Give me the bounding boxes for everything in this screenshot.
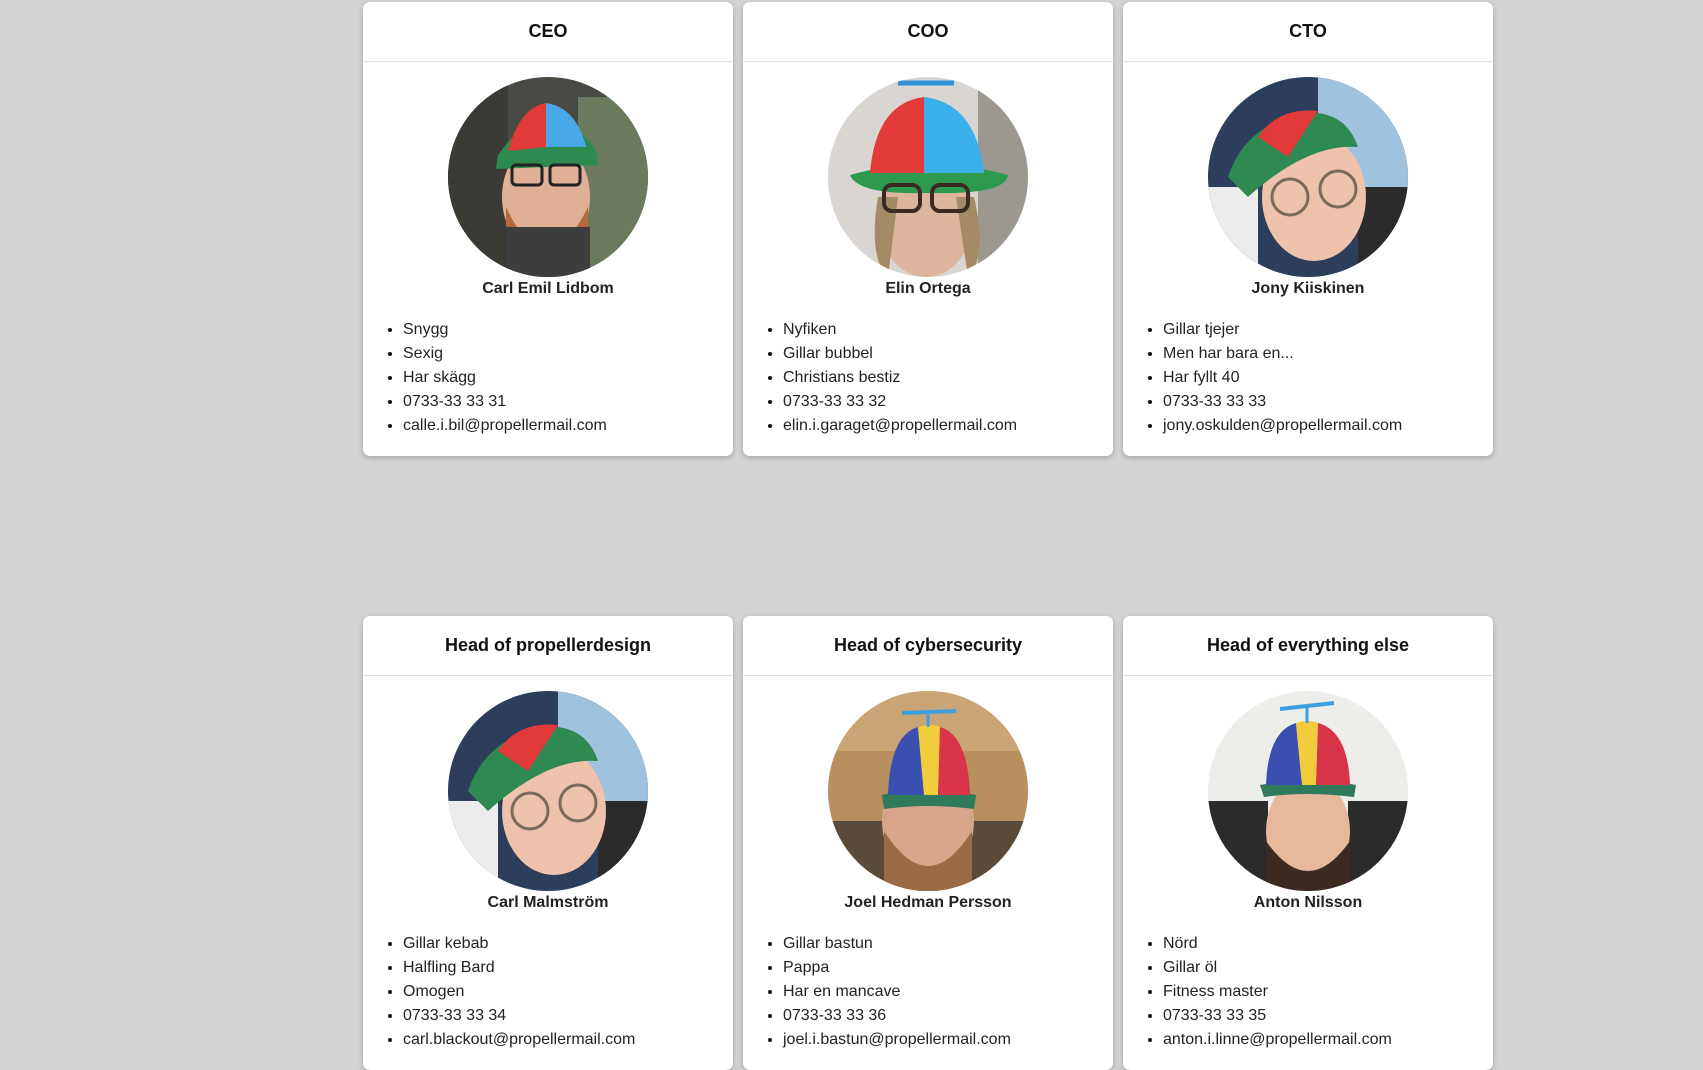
team-card: CTO Jony Kiiskinen Gillar tjejer Me xyxy=(1123,2,1493,456)
list-item: Gillar öl xyxy=(1163,956,1493,980)
email-address: calle.i.bil@propellermail.com xyxy=(403,414,733,438)
team-card: CEO Carl Emil Lidbom • Snygg • Sexig • H… xyxy=(363,2,733,456)
email-address: elin.i.garaget@propellermail.com xyxy=(783,414,1113,438)
phone-number: 0733-33 33 33 xyxy=(1163,390,1493,414)
card-title: CTO xyxy=(1123,2,1493,62)
fact-list: Nörd Gillar öl Fitness master 0733-33 33… xyxy=(1123,932,1493,1052)
person-name: Carl Malmström xyxy=(487,894,609,911)
list-item: Omogen xyxy=(403,980,733,1004)
person-name: Anton Nilsson xyxy=(1253,894,1363,911)
list-item: Gillar bastun xyxy=(783,932,1113,956)
avatar xyxy=(448,77,648,277)
list-item: Christians bestiz xyxy=(783,366,1113,390)
avatar xyxy=(1208,691,1408,891)
list-item: Snygg xyxy=(403,318,733,342)
email-address: carl.blackout@propellermail.com xyxy=(403,1028,733,1052)
avatar xyxy=(448,691,648,891)
email-address: joel.i.bastun@propellermail.com xyxy=(783,1028,1113,1052)
person-name: Carl Emil Lidbom xyxy=(482,280,614,297)
team-card: Head of everything else Anton Nilsson • … xyxy=(1123,616,1493,1070)
card-title: CEO xyxy=(363,2,733,62)
team-card: Head of propellerdesign Carl Malmström G… xyxy=(363,616,733,1070)
list-item: Har fyllt 40 xyxy=(1163,366,1493,390)
card-title: Head of cybersecurity xyxy=(743,616,1113,676)
fact-list: Gillar tjejer Men har bara en... Har fyl… xyxy=(1123,318,1493,438)
list-item: Nörd xyxy=(1163,932,1493,956)
avatar xyxy=(1208,77,1408,277)
fact-list: Snygg Sexig Har skägg 0733-33 33 31 call… xyxy=(363,318,733,438)
list-item: Men har bara en... xyxy=(1163,342,1493,366)
avatar xyxy=(828,691,1028,891)
phone-number: 0733-33 33 35 xyxy=(1163,1004,1493,1028)
phone-number: 0733-33 33 36 xyxy=(783,1004,1113,1028)
list-item: Fitness master xyxy=(1163,980,1493,1004)
person-name: Jony Kiiskinen xyxy=(1251,280,1365,297)
phone-number: 0733-33 33 34 xyxy=(403,1004,733,1028)
card-title: Head of everything else xyxy=(1123,616,1493,676)
team-card: Head of cybersecurity Joel Hedman Persso… xyxy=(743,616,1113,1070)
list-item: Pappa xyxy=(783,956,1113,980)
phone-number: 0733-33 33 32 xyxy=(783,390,1113,414)
list-item: Har skägg xyxy=(403,366,733,390)
list-item: Gillar tjejer xyxy=(1163,318,1493,342)
card-title: COO xyxy=(743,2,1113,62)
fact-list: Nyfiken Gillar bubbel Christians bestiz … xyxy=(743,318,1113,438)
team-grid: CEO Carl Emil Lidbom • Snygg • Sexig • H… xyxy=(363,2,1493,1070)
fact-list: Gillar bastun Pappa Har en mancave 0733-… xyxy=(743,932,1113,1052)
phone-number: 0733-33 33 31 xyxy=(403,390,733,414)
card-title: Head of propellerdesign xyxy=(363,616,733,676)
list-item: Nyfiken xyxy=(783,318,1113,342)
list-item: Halfling Bard xyxy=(403,956,733,980)
avatar xyxy=(828,77,1028,277)
email-address: anton.i.linne@propellermail.com xyxy=(1163,1028,1493,1052)
list-item: Har en mancave xyxy=(783,980,1113,1004)
fact-list: Gillar kebab Halfling Bard Omogen 0733-3… xyxy=(363,932,733,1052)
list-item: Sexig xyxy=(403,342,733,366)
email-address: jony.oskulden@propellermail.com xyxy=(1163,414,1493,438)
person-name: Elin Ortega xyxy=(885,280,971,297)
person-name: Joel Hedman Persson xyxy=(844,894,1012,911)
team-card: COO Elin Ortega Nyfik xyxy=(743,2,1113,456)
list-item: Gillar kebab xyxy=(403,932,733,956)
list-item: Gillar bubbel xyxy=(783,342,1113,366)
